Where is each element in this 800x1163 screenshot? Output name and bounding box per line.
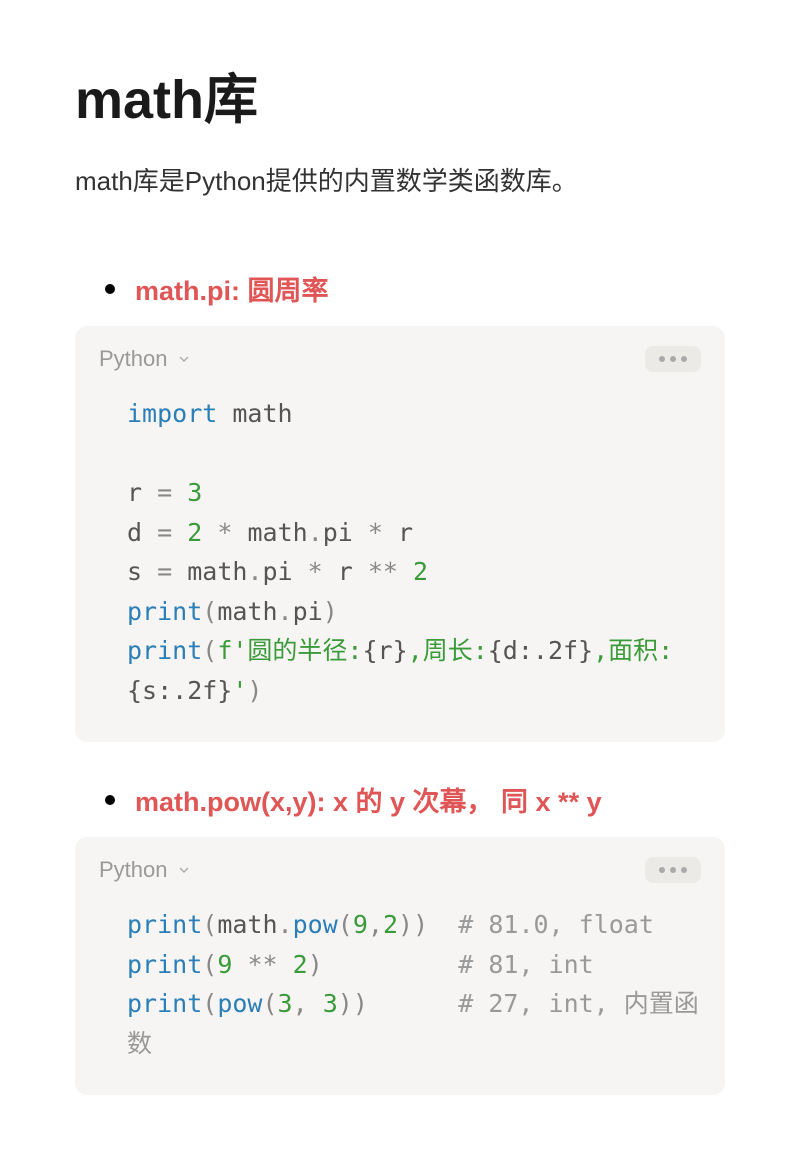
section: math.pi: 圆周率 Python import math r = 3 d …: [75, 269, 725, 742]
chevron-down-icon: [176, 862, 192, 878]
description-text: math库是Python提供的内置数学类函数库。: [75, 162, 725, 201]
section: math.pow(x,y): x 的 y 次幕， 同 x ** y Python…: [75, 780, 725, 1095]
more-options-button[interactable]: [645, 346, 701, 372]
bullet-icon: [105, 284, 115, 294]
code-block: Python print(math.pow(9,2)) # 81.0, floa…: [75, 837, 725, 1095]
code-block: Python import math r = 3 d = 2 * math.pi…: [75, 326, 725, 742]
chevron-down-icon: [176, 351, 192, 367]
page-title: math库: [75, 55, 725, 134]
section-heading-row: math.pow(x,y): x 的 y 次幕， 同 x ** y: [75, 780, 725, 819]
section-heading: math.pi: 圆周率: [135, 269, 329, 308]
code-content[interactable]: import math r = 3 d = 2 * math.pi * r s …: [75, 382, 725, 742]
section-heading: math.pow(x,y): x 的 y 次幕， 同 x ** y: [135, 780, 602, 819]
bullet-icon: [105, 795, 115, 805]
more-options-button[interactable]: [645, 857, 701, 883]
section-heading-row: math.pi: 圆周率: [75, 269, 725, 308]
code-header: Python: [75, 837, 725, 893]
code-header: Python: [75, 326, 725, 382]
language-selector[interactable]: Python: [99, 346, 192, 372]
language-selector[interactable]: Python: [99, 857, 192, 883]
code-content[interactable]: print(math.pow(9,2)) # 81.0, float print…: [75, 893, 725, 1095]
